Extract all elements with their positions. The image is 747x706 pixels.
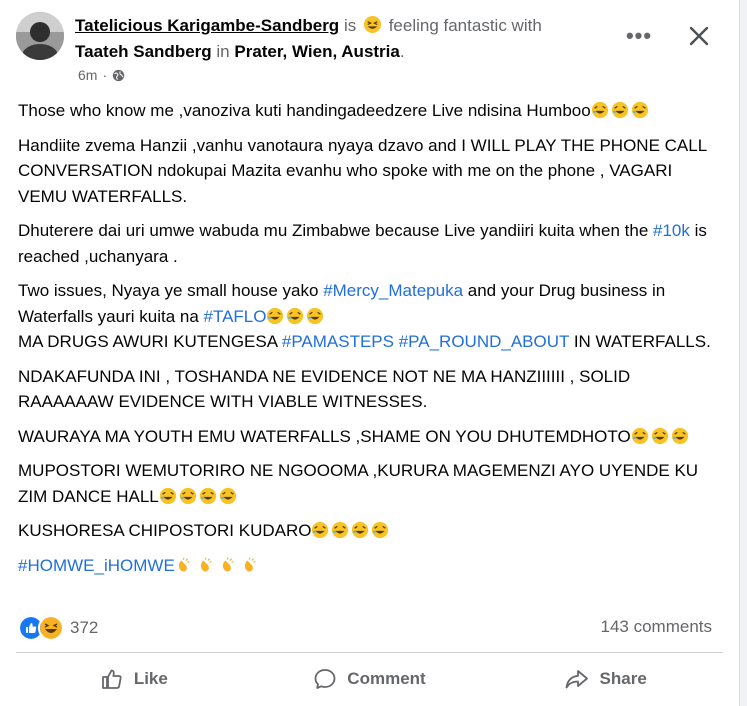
paragraph-7: MUPOSTORI WEMUTORIRO NE NGOOOMA ,KURURA …: [18, 458, 718, 509]
rolling-laughing-emoji-icon: [631, 427, 648, 444]
action-divider: [16, 652, 723, 653]
close-button[interactable]: [681, 18, 717, 54]
post-time[interactable]: 6m: [78, 67, 97, 83]
rolling-laughing-emoji-icon: [651, 427, 668, 444]
is-text: is: [343, 16, 357, 35]
paragraph-4-text-d: IN WATERFALLS.: [569, 332, 711, 351]
rolling-laughing-emoji-icon: [199, 487, 216, 504]
rolling-laughing-emoji-icon: [312, 521, 329, 539]
meta-separator: ·: [102, 67, 108, 83]
paragraph-3: Dhuterere dai uri umwe wabuda mu Zimbabw…: [18, 218, 718, 269]
paragraph-9: #HOMWE_iHOMWE: [18, 553, 718, 579]
comment-bubble-icon: [314, 669, 336, 689]
paragraph-1-text: Those who know me ,vanoziva kuti handing…: [18, 101, 591, 120]
hashtag-pamasteps[interactable]: #PAMASTEPS: [282, 332, 394, 351]
paragraph-3-text-a: Dhuterere dai uri umwe wabuda mu Zimbabw…: [18, 221, 654, 240]
hashtag-pa-round-about[interactable]: #PA_ROUND_ABOUT: [399, 332, 569, 351]
rolling-laughing-emoji-icon: [352, 521, 369, 539]
comment-button[interactable]: Comment: [252, 657, 488, 701]
hashtag-10k[interactable]: #10k: [653, 221, 690, 240]
paragraph-4-text-c: MA DRUGS AWURI KUTENGESA: [18, 332, 282, 351]
post-header-text: Tatelicious Karigambe-Sandberg is feelin…: [75, 13, 635, 65]
more-options-button[interactable]: •••: [619, 18, 659, 54]
in-text: in: [216, 42, 230, 61]
paragraph-6: WAURAYA MA YOUTH EMU WATERFALLS ,SHAME O…: [18, 424, 718, 450]
rolling-laughing-emoji-icon: [671, 427, 688, 444]
share-label: Share: [599, 669, 647, 688]
rolling-laughing-emoji-icon: [611, 101, 628, 119]
like-button[interactable]: Like: [16, 657, 252, 701]
grinning-squinting-face-icon: [363, 15, 382, 34]
reactions-summary[interactable]: 372: [18, 615, 98, 641]
tagged-person[interactable]: Taateh Sandberg: [75, 42, 212, 61]
paragraph-2: Handiite zvema Hanzii ,vanhu vanotaura n…: [18, 135, 707, 206]
paragraph-4: Two issues, Nyaya ye small house yako #M…: [18, 278, 718, 355]
rolling-laughing-emoji-icon: [631, 101, 648, 119]
rolling-laughing-emoji-icon: [267, 307, 284, 324]
like-label: Like: [133, 669, 168, 688]
clapping-hands-emoji-icon: [178, 557, 190, 571]
paragraph-5: NDAKAFUNDA INI , TOSHANDA NE EVIDENCE NO…: [18, 366, 631, 412]
paragraph-8-text: KUSHORESA CHIPOSTORI KUDARO: [18, 521, 312, 540]
paragraph-8: KUSHORESA CHIPOSTORI KUDARO: [18, 518, 718, 544]
clapping-hands-emoji-icon: [244, 557, 256, 571]
hashtag-homwe-ihomwe[interactable]: #HOMWE_iHOMWE: [18, 556, 175, 575]
clapping-hands-emoji-icon: [200, 557, 212, 571]
location-link[interactable]: Prater, Wien, Austria: [234, 42, 400, 61]
rolling-laughing-emoji-icon: [159, 487, 176, 504]
rolling-laughing-emoji-icon: [332, 521, 349, 539]
rolling-laughing-emoji-icon: [591, 101, 608, 119]
rolling-laughing-emoji-icon: [219, 487, 236, 504]
globe-icon[interactable]: [112, 69, 125, 82]
hashtag-mercy-matepuka[interactable]: #Mercy_Matepuka: [323, 281, 463, 300]
comment-label: Comment: [347, 669, 426, 688]
post-body: Those who know me ,vanoziva kuti handing…: [18, 98, 718, 587]
paragraph-7-text: MUPOSTORI WEMUTORIRO NE NGOOOMA ,KURURA …: [18, 461, 699, 506]
comments-count-link[interactable]: 143 comments: [601, 617, 713, 637]
post-action-bar: Like Comment Share: [16, 657, 723, 701]
share-arrow-icon: [565, 670, 588, 689]
thumbs-up-icon: [101, 669, 122, 689]
hashtag-taflo[interactable]: #TAFLO: [204, 307, 267, 326]
author-name[interactable]: Tatelicious Karigambe-Sandberg: [75, 16, 339, 35]
paragraph-1: Those who know me ,vanoziva kuti handing…: [18, 98, 718, 124]
clapping-hands-emoji-icon: [222, 557, 234, 571]
rolling-laughing-emoji-icon: [372, 521, 389, 539]
header-actions: •••: [619, 18, 717, 54]
rolling-laughing-emoji-icon: [179, 487, 196, 504]
header-period: .: [399, 42, 405, 61]
post-meta: 6m ·: [78, 67, 125, 83]
rolling-laughing-emoji-icon: [307, 307, 324, 324]
close-icon: [689, 26, 709, 46]
reaction-count: 372: [70, 618, 99, 637]
post-header: Tatelicious Karigambe-Sandberg is feelin…: [16, 12, 739, 92]
rolling-laughing-emoji-icon: [287, 307, 304, 324]
paragraph-6-text: WAURAYA MA YOUTH EMU WATERFALLS ,SHAME O…: [18, 426, 631, 446]
haha-reaction-icon: [38, 615, 64, 641]
share-button[interactable]: Share: [487, 657, 723, 701]
post-card: Tatelicious Karigambe-Sandberg is feelin…: [0, 0, 740, 706]
avatar[interactable]: [16, 12, 64, 60]
paragraph-4-text-a: Two issues, Nyaya ye small house yako: [18, 281, 324, 300]
feeling-text: feeling fantastic with: [388, 16, 542, 35]
